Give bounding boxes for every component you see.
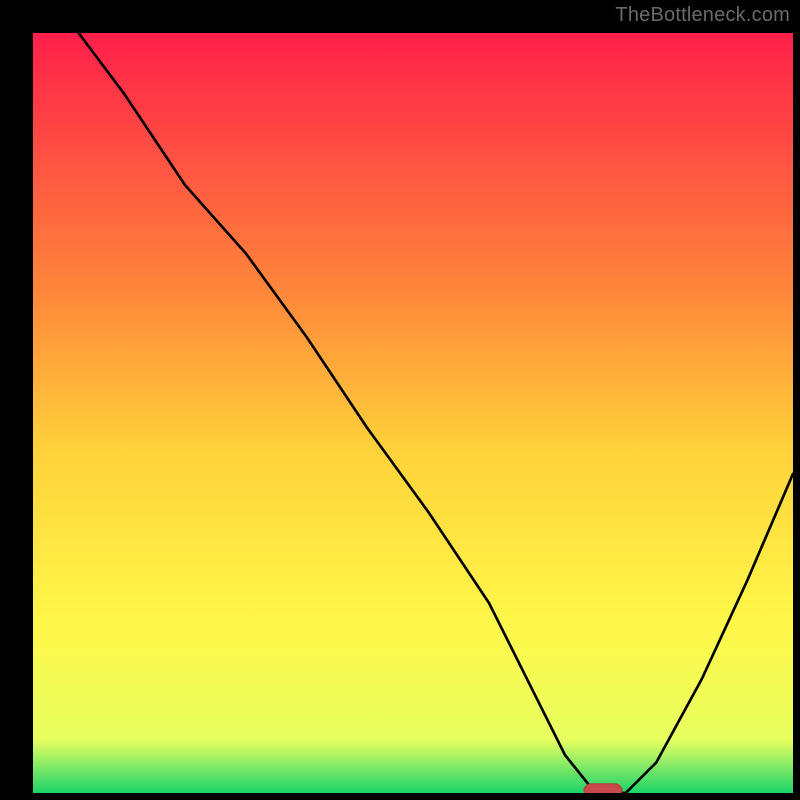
- gradient-background: [33, 33, 793, 793]
- watermark-text: TheBottleneck.com: [615, 4, 790, 27]
- optimal-marker: [584, 784, 622, 793]
- chart-frame: TheBottleneck.com: [0, 0, 800, 800]
- plot-svg: [33, 33, 793, 793]
- plot-area: [33, 33, 793, 793]
